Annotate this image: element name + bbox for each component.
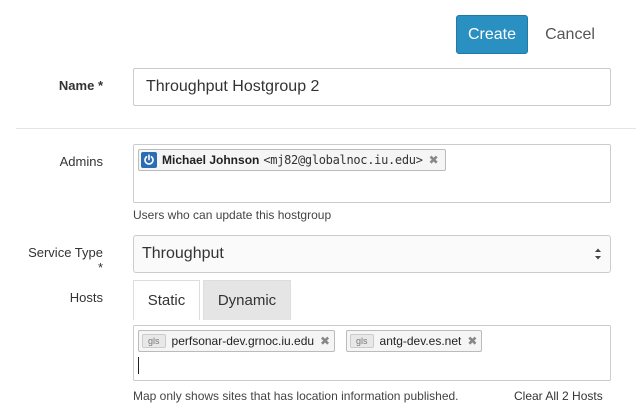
tab-static[interactable]: Static — [133, 280, 200, 320]
remove-host-icon[interactable]: ✖ — [467, 334, 477, 348]
tab-dynamic[interactable]: Dynamic — [203, 280, 291, 320]
remove-host-icon[interactable]: ✖ — [320, 334, 330, 348]
power-icon — [141, 152, 157, 168]
service-type-value: Throughput — [142, 245, 224, 262]
section-divider — [16, 128, 636, 129]
host-token: gls perfsonar-dev.grnoc.iu.edu ✖ — [138, 330, 336, 352]
hosts-help-text: Map only shows sites that has location i… — [133, 389, 459, 403]
service-type-select[interactable]: Throughput — [133, 235, 611, 273]
text-cursor — [138, 357, 139, 374]
host-name: perfsonar-dev.grnoc.iu.edu — [171, 334, 315, 348]
host-token: gls antg-dev.es.net ✖ — [346, 330, 483, 352]
service-type-label: Service Type * — [28, 245, 103, 275]
create-button[interactable]: Create — [456, 15, 528, 54]
clear-all-hosts-link[interactable]: Clear All 2 Hosts — [514, 389, 603, 403]
name-input[interactable]: Throughput Hostgroup 2 — [133, 68, 611, 106]
name-label: Name * — [58, 78, 103, 93]
admins-label: Admins — [59, 154, 103, 169]
gls-badge: gls — [350, 334, 374, 348]
cancel-button[interactable]: Cancel — [538, 15, 602, 54]
admin-name: Michael Johnson — [162, 153, 260, 167]
gls-badge: gls — [142, 334, 166, 348]
admins-input[interactable]: Michael Johnson <mj82@globalnoc.iu.edu> … — [133, 144, 611, 203]
hosts-input[interactable]: gls perfsonar-dev.grnoc.iu.edu ✖ gls ant… — [133, 325, 611, 381]
admin-token: Michael Johnson <mj82@globalnoc.iu.edu> … — [138, 149, 446, 171]
host-name: antg-dev.es.net — [379, 334, 462, 348]
admins-help-text: Users who can update this hostgroup — [133, 208, 332, 222]
name-input-value: Throughput Hostgroup 2 — [146, 78, 320, 95]
admin-email: <mj82@globalnoc.iu.edu> — [263, 153, 423, 167]
select-arrows-icon — [594, 247, 602, 261]
hosts-label: Hosts — [69, 290, 103, 305]
remove-admin-icon[interactable]: ✖ — [429, 153, 439, 167]
